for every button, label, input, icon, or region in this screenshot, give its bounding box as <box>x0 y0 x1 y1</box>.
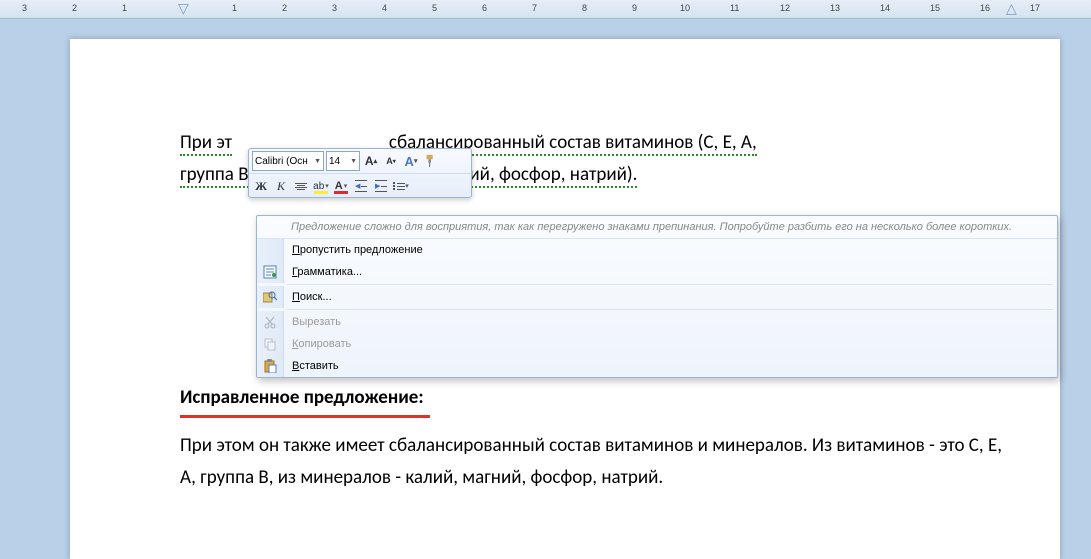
align-center-button[interactable] <box>292 177 310 195</box>
chevron-down-icon[interactable]: ▼ <box>314 158 321 165</box>
ruler-num: 2 <box>72 3 77 13</box>
red-underline-annotation <box>180 415 430 418</box>
ruler-num: 17 <box>1030 3 1040 13</box>
skip-sentence-menuitem[interactable]: Пропустить предложение <box>257 239 1057 261</box>
ruler-num: 7 <box>532 3 537 13</box>
ruler-num: 6 <box>482 3 487 13</box>
ruler-num: 14 <box>880 3 890 13</box>
font-name-combo[interactable]: Calibri (Осн▼ <box>252 151 324 171</box>
ruler-num: 9 <box>632 3 637 13</box>
font-color-button[interactable]: A▾ <box>332 177 350 195</box>
find-icon <box>257 286 284 308</box>
text-effects-button[interactable]: A▾ <box>402 152 420 170</box>
ruler-num: 8 <box>582 3 587 13</box>
menu-separator <box>287 309 1053 310</box>
chevron-down-icon[interactable]: ▾ <box>325 182 329 190</box>
grow-font-button[interactable]: A▴ <box>362 152 380 170</box>
right-indent-marker[interactable]: △ <box>1006 0 1017 17</box>
heading-corrected[interactable]: Исправленное предложение: <box>180 382 424 414</box>
ruler-num: 1 <box>232 3 237 13</box>
paste-menuitem[interactable]: Вставить <box>257 355 1057 377</box>
shrink-font-button[interactable]: A▾ <box>382 152 400 170</box>
blank-icon <box>257 239 284 261</box>
italic-button[interactable]: К <box>272 177 290 195</box>
font-size-combo[interactable]: 14▼ <box>326 151 360 171</box>
ruler-num: 10 <box>680 3 690 13</box>
bold-button[interactable]: Ж <box>252 177 270 195</box>
ruler-num: 12 <box>780 3 790 13</box>
chevron-down-icon[interactable]: ▾ <box>405 182 409 190</box>
highlight-button[interactable]: ab▾ <box>312 177 330 195</box>
grammar-icon <box>257 261 284 283</box>
decrease-indent-button[interactable]: ◀ <box>352 177 370 195</box>
paste-icon <box>257 355 284 377</box>
ruler-num: 3 <box>332 3 337 13</box>
copy-icon <box>257 333 284 355</box>
ruler-num: 16 <box>980 3 990 13</box>
ruler-num: 2 <box>282 3 287 13</box>
ruler-num: 15 <box>930 3 940 13</box>
mini-toolbar: Calibri (Осн▼ 14▼ A▴ A▾ A▾ Ж К ab▾ A▾ <box>248 148 472 198</box>
grammar-error-text[interactable]: При эт <box>180 131 232 156</box>
grammar-context-menu: Предложение сложно для восприятия, так к… <box>256 215 1058 378</box>
chevron-down-icon[interactable]: ▼ <box>350 158 357 165</box>
find-menuitem[interactable]: Поиск... <box>257 286 1057 308</box>
ruler-num: 1 <box>122 3 127 13</box>
chevron-down-icon[interactable]: ▾ <box>344 182 348 190</box>
increase-indent-button[interactable]: ▶ <box>372 177 390 195</box>
horizontal-ruler[interactable]: ▽ △ 3 2 1 1 2 3 4 5 6 7 8 9 10 11 12 13 … <box>0 0 1091 19</box>
copy-menuitem: Копировать <box>257 333 1057 355</box>
grammar-menuitem[interactable]: Грамматика... <box>257 261 1057 283</box>
cut-icon <box>257 311 284 333</box>
ruler-num: 13 <box>830 3 840 13</box>
format-painter-button[interactable] <box>422 152 440 170</box>
chevron-down-icon: ▾ <box>414 157 418 165</box>
first-line-indent-marker[interactable]: ▽ <box>178 0 189 17</box>
grammar-suggestion-note: Предложение сложно для восприятия, так к… <box>257 216 1057 239</box>
ruler-num: 11 <box>730 3 739 13</box>
menu-separator <box>287 284 1053 285</box>
ruler-num: 3 <box>22 3 27 13</box>
ruler-num: 4 <box>382 3 387 13</box>
cut-menuitem: Вырезать <box>257 311 1057 333</box>
ruler-num: 5 <box>432 3 437 13</box>
bullets-button[interactable]: ▾ <box>392 177 410 195</box>
paragraph-2[interactable]: При этом он также имеет сбалансированный… <box>180 430 1015 495</box>
